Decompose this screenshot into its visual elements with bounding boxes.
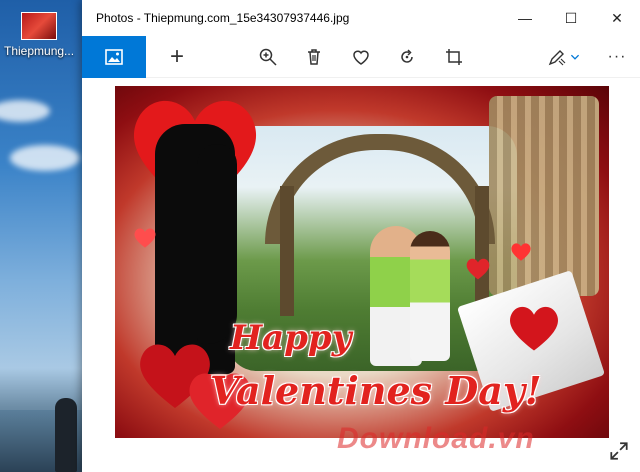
rotate-button[interactable] <box>387 36 427 78</box>
zoom-button[interactable] <box>248 36 288 78</box>
delete-button[interactable] <box>294 36 334 78</box>
heart-icon <box>134 228 156 248</box>
heart-icon <box>466 258 490 280</box>
title-bar[interactable]: Photos - Thiepmung.com_15e34307937446.jp… <box>82 0 640 36</box>
arch-post <box>280 186 294 316</box>
edit-create-icon <box>548 50 566 66</box>
fence <box>489 96 599 296</box>
watermark: Download.vn <box>337 422 535 455</box>
crop-button[interactable] <box>434 36 474 78</box>
chevron-down-icon <box>570 54 580 60</box>
greeting-line-1: Happy <box>230 318 352 358</box>
desktop-person <box>55 398 77 472</box>
zoom-in-icon <box>259 48 277 66</box>
greeting-line-2: Valentines Day! <box>210 368 542 413</box>
maximize-button[interactable]: ☐ <box>548 0 594 36</box>
cloud <box>10 145 80 171</box>
minimize-button[interactable]: — <box>502 0 548 36</box>
close-button[interactable]: ✕ <box>594 0 640 36</box>
plus-icon: + <box>169 43 184 70</box>
couple-woman <box>410 231 450 361</box>
photos-window: Photos - Thiepmung.com_15e34307937446.jp… <box>82 0 640 472</box>
cloud <box>0 100 50 122</box>
favorite-button[interactable] <box>341 36 381 78</box>
image-icon <box>105 49 123 65</box>
image-thumbnail-icon <box>21 12 57 40</box>
rotate-icon <box>401 49 413 63</box>
window-title: Photos - Thiepmung.com_15e34307937446.jp… <box>96 11 350 25</box>
heart-icon <box>353 50 369 65</box>
image-viewer[interactable]: Happy Valentines Day! Download.vn <box>82 78 640 472</box>
valentine-card-image: Happy Valentines Day! <box>115 86 609 438</box>
couple-silhouette <box>197 144 237 344</box>
heart-icon <box>510 306 558 351</box>
toolbar: + ··· <box>82 36 640 78</box>
desktop-file-icon[interactable]: Thiepmung... <box>4 12 74 58</box>
heart-icon <box>511 243 531 261</box>
add-button[interactable]: + <box>157 36 197 78</box>
desktop-file-label: Thiepmung... <box>4 44 75 58</box>
crop-icon <box>446 49 462 65</box>
expand-icon[interactable] <box>608 440 630 462</box>
more-icon: ··· <box>607 48 627 65</box>
see-all-photos-button[interactable] <box>82 36 146 78</box>
trash-icon <box>308 49 320 65</box>
more-button[interactable]: ··· <box>597 36 637 78</box>
edit-create-button[interactable] <box>538 36 590 78</box>
